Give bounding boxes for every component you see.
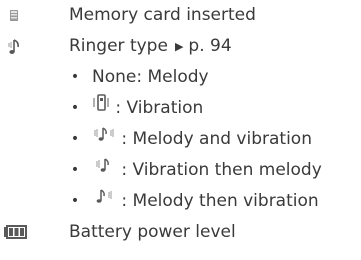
bullet: • — [70, 69, 80, 85]
ringer-option-row: • : Melody then vibration — [0, 189, 361, 213]
ringer-option-row: • : Vibration then melody — [0, 158, 361, 182]
ringer-option-label: : Melody and vibration — [92, 127, 312, 151]
bullet: • — [70, 131, 80, 147]
bullet: • — [70, 100, 80, 116]
vibration-then-melody-icon — [92, 155, 116, 182]
ringer-option-label: : Vibration — [92, 93, 204, 120]
bullet: • — [70, 193, 80, 209]
ringer-type-text: Ringer type — [69, 36, 168, 56]
ringer-option-text: : Melody then vibration — [121, 191, 319, 211]
ringer-option-text: : Vibration — [115, 98, 204, 118]
ringer-option-row: • : Vibration — [0, 93, 361, 120]
battery-row: Battery power level — [0, 220, 361, 244]
ringer-type-page-ref: p. 94 — [188, 36, 232, 56]
ringer-option-text: : Vibration then melody — [121, 160, 322, 180]
memory-card-icon — [0, 3, 56, 27]
melody-and-vibration-icon — [92, 124, 116, 151]
ringer-option-row: • : Melody and vibration — [0, 127, 361, 151]
melody-then-vibration-icon — [92, 186, 116, 213]
ringer-option-label: : Melody then vibration — [92, 189, 319, 213]
bullet: • — [70, 162, 80, 178]
ringer-type-icon — [0, 34, 56, 58]
memory-card-label: Memory card inserted — [69, 5, 256, 25]
ringer-option-row: • None: Melody — [0, 65, 361, 89]
page-ref-arrow-icon: ▶ — [174, 40, 184, 53]
battery-icon — [0, 220, 56, 244]
battery-label: Battery power level — [69, 222, 236, 242]
ringer-option-text: : Melody and vibration — [121, 129, 312, 149]
ringer-option-label: : Vibration then melody — [92, 158, 322, 182]
memory-card-row: Memory card inserted — [0, 3, 361, 27]
ringer-type-row: Ringer type ▶ p. 94 — [0, 34, 361, 58]
ringer-option-label: None: Melody — [92, 67, 209, 87]
vibration-icon — [92, 93, 110, 120]
ringer-type-label: Ringer type ▶ p. 94 — [69, 34, 232, 59]
